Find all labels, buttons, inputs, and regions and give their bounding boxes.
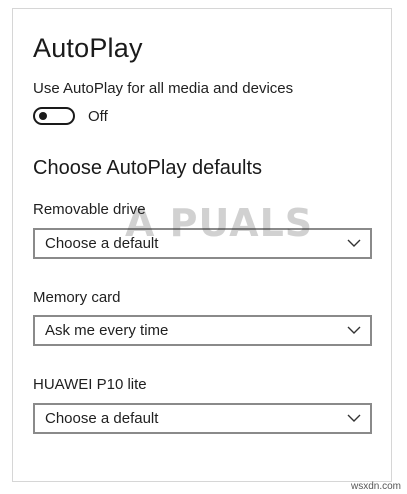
removable-drive-value: Choose a default (45, 235, 159, 252)
chevron-down-icon (347, 326, 361, 334)
removable-drive-label: Removable drive (33, 201, 146, 218)
autoplay-toggle[interactable] (33, 107, 75, 125)
memory-card-label: Memory card (33, 289, 121, 306)
memory-card-value: Ask me every time (45, 322, 169, 339)
settings-panel: AutoPlay Use AutoPlay for all media and … (12, 8, 392, 482)
huawei-device-dropdown[interactable]: Choose a default (33, 403, 372, 434)
page-title: AutoPlay (33, 33, 143, 63)
memory-card-dropdown[interactable]: Ask me every time (33, 315, 372, 346)
chevron-down-icon (347, 414, 361, 422)
chevron-down-icon (347, 239, 361, 247)
autoplay-toggle-label: Use AutoPlay for all media and devices (33, 80, 294, 97)
huawei-device-value: Choose a default (45, 410, 159, 427)
toggle-knob (39, 112, 47, 120)
section-heading: Choose AutoPlay defaults (33, 157, 263, 179)
credit-text: wsxdn.com (350, 481, 401, 492)
toggle-state-label: Off (88, 107, 108, 125)
autoplay-toggle-row: Off (33, 107, 108, 125)
huawei-device-label: HUAWEI P10 lite (33, 376, 147, 393)
removable-drive-dropdown[interactable]: Choose a default (33, 228, 372, 259)
